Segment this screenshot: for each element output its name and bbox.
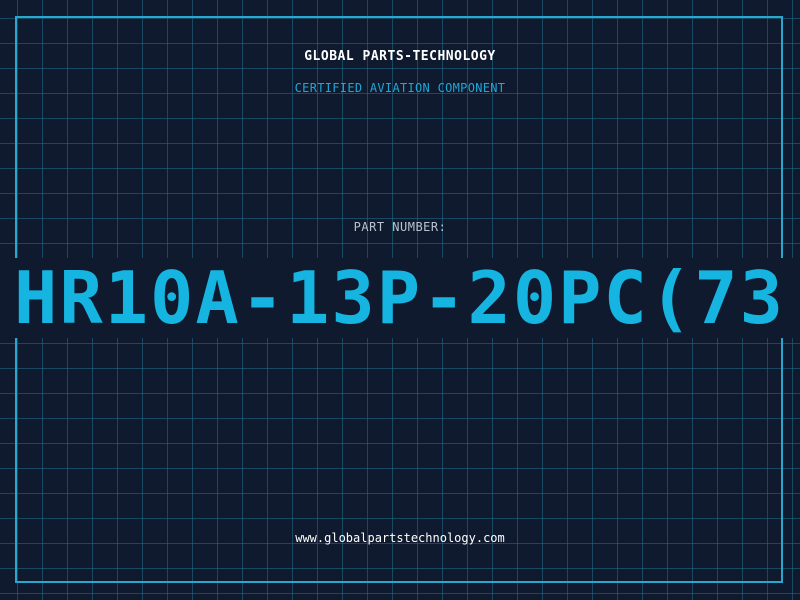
part-number-label: PART NUMBER: — [353, 220, 447, 234]
certification-subtitle: CERTIFIED AVIATION COMPONENT — [294, 81, 506, 95]
website-url: www.globalpartstechnology.com — [295, 531, 505, 545]
part-number-value: HR10A-13P-20PC(73 — [14, 258, 785, 338]
part-number-band: HR10A-13P-20PC(73 — [0, 258, 800, 338]
brand-name: GLOBAL PARTS-TECHNOLOGY — [304, 49, 496, 64]
certificate-canvas: GLOBAL PARTS-TECHNOLOGY CERTIFIED AVIATI… — [0, 0, 800, 600]
